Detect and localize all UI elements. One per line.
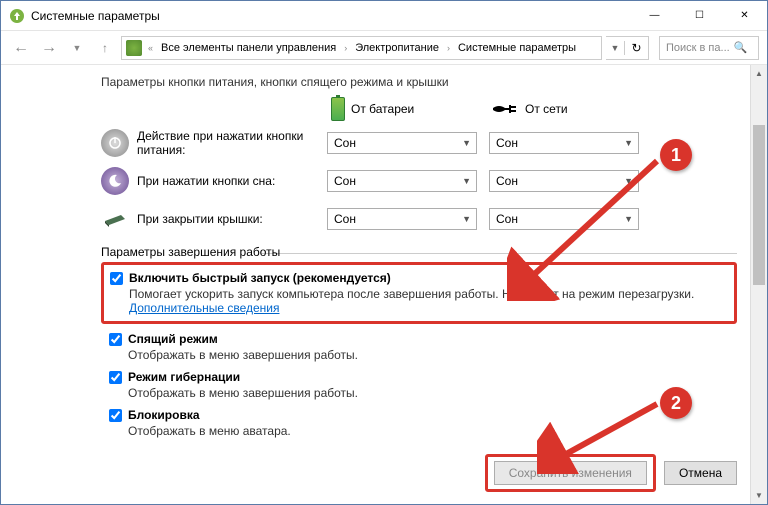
lock-desc: Отображать в меню аватара.: [128, 424, 737, 438]
breadcrumb[interactable]: « Все элементы панели управления › Элект…: [121, 36, 602, 60]
lock-label: Блокировка: [128, 408, 200, 422]
annotation-box-2: Сохранить изменения: [485, 454, 656, 492]
up-button[interactable]: ↑: [93, 36, 117, 60]
hibernate-desc: Отображать в меню завершения работы.: [128, 386, 737, 400]
sleep-label: Спящий режим: [128, 332, 218, 346]
chevron-icon: «: [146, 43, 155, 53]
minimize-button[interactable]: —: [632, 1, 677, 30]
laptop-icon: [101, 205, 129, 233]
power-button-label: Действие при нажатии кнопки питания:: [137, 129, 327, 157]
sleep-button-row: При нажатии кнопки сна: Сон▼ Сон▼: [101, 167, 737, 195]
breadcrumb-item[interactable]: Все элементы панели управления: [157, 40, 340, 56]
fast-startup-checkbox[interactable]: [110, 272, 123, 285]
control-panel-icon: [9, 8, 25, 24]
annotation-box-1: Включить быстрый запуск (рекомендуется) …: [101, 262, 737, 324]
sleep-desc: Отображать в меню завершения работы.: [128, 348, 737, 362]
titlebar: Системные параметры — ☐ ✕: [1, 1, 767, 31]
more-info-link[interactable]: Дополнительные сведения: [129, 301, 279, 315]
fast-startup-label: Включить быстрый запуск (рекомендуется): [129, 271, 391, 285]
chevron-icon: ›: [445, 43, 452, 53]
lock-checkbox[interactable]: [109, 409, 122, 422]
maximize-button[interactable]: ☐: [677, 1, 722, 30]
close-button[interactable]: ✕: [722, 1, 767, 30]
scroll-up-button[interactable]: ▲: [751, 65, 767, 82]
window: Системные параметры — ☐ ✕ ← → ▼ ↑ « Все …: [0, 0, 768, 505]
hibernate-label: Режим гибернации: [128, 370, 240, 384]
forward-button[interactable]: →: [37, 36, 61, 60]
control-panel-icon: [126, 40, 142, 56]
power-icon: [101, 129, 129, 157]
hibernate-checkbox[interactable]: [109, 371, 122, 384]
search-icon: 🔍: [734, 41, 748, 54]
moon-icon: [101, 167, 129, 195]
scroll-down-button[interactable]: ▼: [751, 487, 767, 504]
section-title: Параметры кнопки питания, кнопки спящего…: [101, 75, 737, 89]
annotation-callout-1: 1: [660, 139, 692, 171]
button-row: Сохранить изменения Отмена: [485, 454, 737, 492]
lid-row: При закрытии крышки: Сон▼ Сон▼: [101, 205, 737, 233]
lid-battery-select[interactable]: Сон: [327, 208, 477, 230]
power-ac-select[interactable]: Сон: [489, 132, 639, 154]
save-button[interactable]: Сохранить изменения: [494, 461, 647, 485]
sleep-option: Спящий режим Отображать в меню завершени…: [101, 332, 737, 362]
refresh-button[interactable]: ↻: [624, 41, 648, 55]
address-dropdown[interactable]: ▼: [606, 43, 624, 53]
lock-option: Блокировка Отображать в меню аватара.: [101, 408, 737, 438]
sleep-button-label: При нажатии кнопки сна:: [137, 174, 327, 188]
sleep-checkbox[interactable]: [109, 333, 122, 346]
recent-dropdown[interactable]: ▼: [65, 36, 89, 60]
search-placeholder: Поиск в па...: [666, 42, 730, 54]
navbar: ← → ▼ ↑ « Все элементы панели управления…: [1, 31, 767, 65]
scrollbar-thumb[interactable]: [753, 125, 765, 285]
battery-column-header: От батареи: [331, 97, 491, 121]
chevron-icon: ›: [342, 43, 349, 53]
annotation-callout-2: 2: [660, 387, 692, 419]
window-title: Системные параметры: [31, 9, 632, 23]
shutdown-section-title: Параметры завершения работы: [101, 245, 737, 259]
shutdown-section: Параметры завершения работы Включить быс…: [101, 245, 737, 438]
breadcrumb-item[interactable]: Системные параметры: [454, 40, 580, 56]
window-controls: — ☐ ✕: [632, 1, 767, 30]
ac-column-header: От сети: [491, 102, 651, 116]
sleep-ac-select[interactable]: Сон: [489, 170, 639, 192]
breadcrumb-item[interactable]: Электропитание: [351, 40, 443, 56]
power-battery-select[interactable]: Сон: [327, 132, 477, 154]
power-button-row: Действие при нажатии кнопки питания: Сон…: [101, 129, 737, 157]
hibernate-option: Режим гибернации Отображать в меню завер…: [101, 370, 737, 400]
content: Параметры кнопки питания, кнопки спящего…: [1, 65, 767, 456]
plug-icon: [491, 102, 519, 116]
search-input[interactable]: Поиск в па... 🔍: [659, 36, 759, 60]
sleep-battery-select[interactable]: Сон: [327, 170, 477, 192]
lid-ac-select[interactable]: Сон: [489, 208, 639, 230]
battery-icon: [331, 97, 345, 121]
fast-startup-desc: Помогает ускорить запуск компьютера посл…: [129, 287, 728, 315]
lid-label: При закрытии крышки:: [137, 212, 327, 226]
column-headers: От батареи От сети: [101, 97, 737, 121]
cancel-button[interactable]: Отмена: [664, 461, 737, 485]
back-button[interactable]: ←: [9, 36, 33, 60]
vertical-scrollbar[interactable]: ▲ ▼: [750, 65, 767, 504]
